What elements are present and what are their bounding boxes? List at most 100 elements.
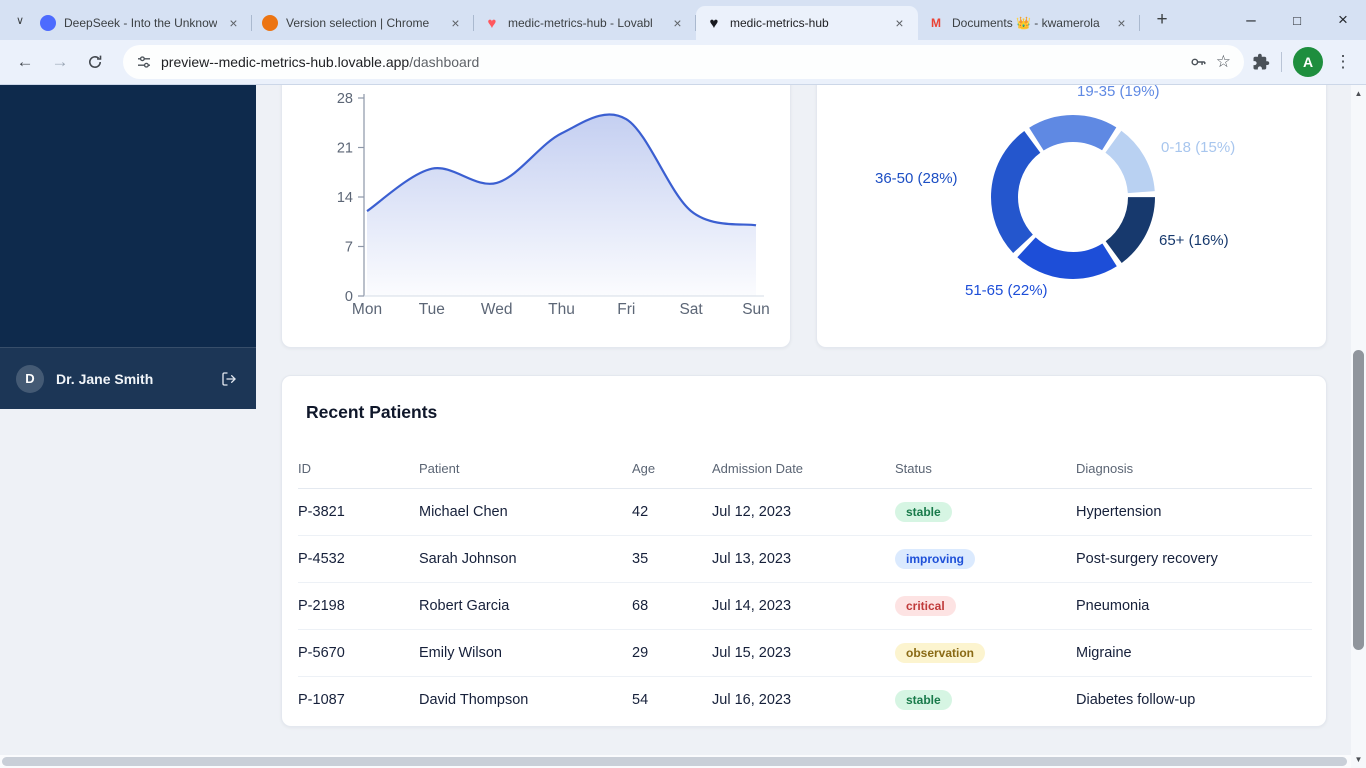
donut-label: 65+ (16%) xyxy=(1159,232,1229,249)
cell-age: 42 xyxy=(632,488,712,536)
cell-admission: Jul 13, 2023 xyxy=(712,535,895,583)
admissions-chart-svg: 07142128Mon Tue Wed Thu Fri Sat Sun xyxy=(337,91,770,318)
donut-label: 0-18 (15%) xyxy=(1161,139,1236,156)
tab-medic-metrics-hub-active[interactable]: medic-metrics-hub xyxy=(696,6,918,40)
cell-status: stable xyxy=(895,488,1076,536)
svg-text:21: 21 xyxy=(337,141,353,157)
horizontal-scrollbar[interactable] xyxy=(0,755,1351,768)
cell-age: 68 xyxy=(632,582,712,630)
svg-text:Mon: Mon xyxy=(352,301,382,318)
maximize-button[interactable] xyxy=(1274,0,1320,40)
svg-text:Fri: Fri xyxy=(617,301,635,318)
svg-text:28: 28 xyxy=(337,91,353,107)
sidebar: D Dr. Jane Smith xyxy=(0,85,256,409)
age-distribution-card: 0-18 (15%) 19-35 (19%) 36-50 (28%) 51-65… xyxy=(816,85,1327,348)
logout-button[interactable] xyxy=(218,368,240,390)
cell-age: 35 xyxy=(632,535,712,583)
extensions-puzzle-icon[interactable] xyxy=(1252,53,1270,71)
svg-text:14: 14 xyxy=(337,190,353,206)
tab-title: Documents 👑 - kwamerola xyxy=(952,16,1100,30)
tab-version-selection[interactable]: Version selection | Chrome xyxy=(252,6,474,40)
password-key-icon[interactable] xyxy=(1189,53,1207,71)
cell-id: P-4532 xyxy=(298,535,419,583)
cell-diagnosis: Migraine xyxy=(1076,629,1312,677)
tab-close-icon[interactable] xyxy=(225,15,242,32)
new-tab-button[interactable] xyxy=(1148,6,1176,34)
scroll-up-arrow-icon[interactable] xyxy=(1351,86,1366,101)
tab-strip: DeepSeek - Into the Unknow Version selec… xyxy=(0,0,1366,40)
tab-close-icon[interactable] xyxy=(669,15,686,32)
status-badge: critical xyxy=(895,596,956,616)
cell-diagnosis: Pneumonia xyxy=(1076,582,1312,630)
svg-text:7: 7 xyxy=(345,240,353,256)
status-badge: stable xyxy=(895,690,952,711)
svg-text:Sun: Sun xyxy=(742,301,770,318)
table-header-row: ID Patient Age Admission Date Status Dia… xyxy=(298,453,1312,489)
patients-table-body: P-3821 Michael Chen 42 Jul 12, 2023 stab… xyxy=(298,488,1312,724)
url-path: /dashboard xyxy=(409,54,480,70)
url-domain: preview--medic-metrics-hub.lovable.app xyxy=(161,54,410,70)
browser-menu-icon[interactable] xyxy=(1334,52,1352,72)
col-header-age: Age xyxy=(632,453,712,489)
admissions-chart-card: 0 7 14 21 28 Mon Tue Wed Thu Fri Sat Sun xyxy=(281,85,791,348)
tab-title: medic-metrics-hub - Lovabl xyxy=(508,16,653,30)
cell-status: stable xyxy=(895,677,1076,724)
cell-age: 54 xyxy=(632,692,649,709)
table-row[interactable]: P-4532 Sarah Johnson 35 Jul 13, 2023 imp… xyxy=(298,535,1312,583)
url-text[interactable]: preview--medic-metrics-hub.lovable.app/d… xyxy=(161,54,1180,70)
browser-chrome: DeepSeek - Into the Unknow Version selec… xyxy=(0,0,1366,85)
table-row[interactable]: P-2198 Robert Garcia 68 Jul 14, 2023 cri… xyxy=(298,582,1312,630)
toolbar-divider xyxy=(1281,52,1282,72)
tab-documents-gmail[interactable]: Documents 👑 - kwamerola xyxy=(918,6,1140,40)
tab-close-icon[interactable] xyxy=(1113,15,1130,32)
table-row[interactable]: P-3821 Michael Chen 42 Jul 12, 2023 stab… xyxy=(298,488,1312,536)
tab-medic-lovable[interactable]: medic-metrics-hub - Lovabl xyxy=(474,6,696,40)
recent-patients-title: Recent Patients xyxy=(306,402,438,422)
tab-deepseek[interactable]: DeepSeek - Into the Unknow xyxy=(30,6,252,40)
reload-button[interactable] xyxy=(80,47,110,77)
cell-admission: Jul 14, 2023 xyxy=(712,582,895,630)
cell-patient: David Thompson xyxy=(419,692,529,709)
forward-button[interactable]: → xyxy=(45,47,75,77)
tab-title: medic-metrics-hub xyxy=(730,16,829,30)
cell-id: P-3821 xyxy=(298,488,419,536)
toolbar-right: A xyxy=(1252,47,1356,77)
minimize-button[interactable] xyxy=(1228,0,1274,40)
cell-age: 29 xyxy=(632,629,712,677)
col-header-admission-date: Admission Date xyxy=(712,453,895,489)
site-info-icon[interactable] xyxy=(136,54,152,70)
donut-label: 36-50 (28%) xyxy=(875,170,958,187)
cell-status: observation xyxy=(895,629,1076,677)
tab-title: DeepSeek - Into the Unknow xyxy=(64,16,217,30)
tab-list-chevron-icon[interactable] xyxy=(10,7,30,33)
cell-patient: Emily Wilson xyxy=(419,629,632,677)
table-row[interactable]: P-1087 David Thompson 54 Jul 16, 2023 st… xyxy=(298,677,1312,724)
page-viewport: D Dr. Jane Smith 0 7 14 21 28 Mon Tue Wed Thu Fri… xyxy=(0,85,1366,768)
scroll-down-arrow-icon[interactable] xyxy=(1351,752,1366,767)
gmail-icon xyxy=(928,15,944,31)
bookmark-star-icon[interactable] xyxy=(1216,52,1231,72)
browser-toolbar: ← → preview--medic-metrics-hub.lovable.a… xyxy=(0,40,1366,85)
back-button[interactable]: ← xyxy=(10,47,40,77)
vertical-scrollbar[interactable] xyxy=(1351,85,1366,768)
close-window-button[interactable] xyxy=(1320,0,1366,40)
cell-patient: Michael Chen xyxy=(419,488,632,536)
vertical-scrollbar-thumb[interactable] xyxy=(1353,350,1364,650)
cell-id: P-1087 xyxy=(298,692,345,709)
version-selection-icon xyxy=(262,15,278,31)
svg-text:Thu: Thu xyxy=(548,301,575,318)
col-header-patient: Patient xyxy=(419,453,632,489)
window-controls xyxy=(1228,0,1366,40)
address-bar[interactable]: preview--medic-metrics-hub.lovable.app/d… xyxy=(123,45,1244,79)
profile-avatar[interactable]: A xyxy=(1293,47,1323,77)
user-avatar: D xyxy=(16,364,44,393)
table-row[interactable]: P-5670 Emily Wilson 29 Jul 15, 2023 obse… xyxy=(298,629,1312,677)
cell-status: improving xyxy=(895,535,1076,583)
status-badge: stable xyxy=(895,502,952,522)
deepseek-whale-icon xyxy=(40,15,56,31)
cell-patient: Sarah Johnson xyxy=(419,535,632,583)
tab-close-icon[interactable] xyxy=(447,15,464,32)
tab-close-icon[interactable] xyxy=(891,15,908,32)
donut-label: 51-65 (22%) xyxy=(965,282,1048,299)
horizontal-scrollbar-thumb[interactable] xyxy=(2,757,1347,766)
